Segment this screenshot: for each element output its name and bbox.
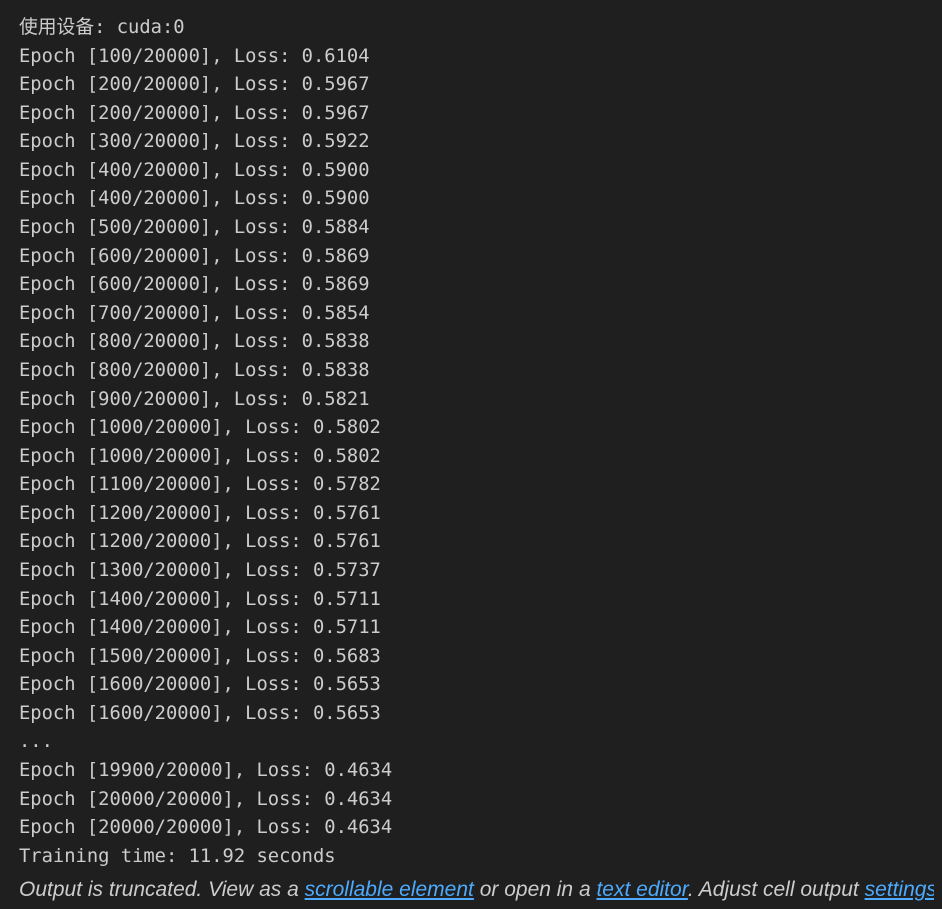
output-line: Epoch [800/20000], Loss: 0.5838 (19, 331, 370, 353)
truncation-notice: Output is truncated. View as a scrollabl… (19, 875, 934, 905)
output-line: Epoch [100/20000], Loss: 0.6104 (19, 45, 370, 67)
output-line: Epoch [20000/20000], Loss: 0.4634 (19, 817, 393, 839)
output-line: Epoch [1600/20000], Loss: 0.5653 (19, 702, 381, 724)
truncation-prefix-text: Output is truncated. View as a (19, 878, 305, 901)
output-line: Epoch [1200/20000], Loss: 0.5761 (19, 502, 381, 524)
output-line: Epoch [19900/20000], Loss: 0.4634 (19, 760, 393, 782)
output-line: Epoch [400/20000], Loss: 0.5900 (19, 188, 370, 210)
output-line: Epoch [200/20000], Loss: 0.5967 (19, 74, 370, 96)
output-line: Epoch [1000/20000], Loss: 0.5802 (19, 417, 381, 439)
output-line: Epoch [1400/20000], Loss: 0.5711 (19, 588, 381, 610)
output-line: Epoch [1200/20000], Loss: 0.5761 (19, 531, 381, 553)
scrollable-element-link[interactable]: scrollable element (305, 878, 474, 901)
text-editor-link[interactable]: text editor (596, 878, 687, 901)
output-line: Epoch [800/20000], Loss: 0.5838 (19, 359, 370, 381)
output-line: 使用设备: cuda:0 (19, 17, 185, 38)
output-line: Epoch [20000/20000], Loss: 0.4634 (19, 788, 393, 810)
output-line: Epoch [400/20000], Loss: 0.5900 (19, 159, 370, 181)
cell-output: 使用设备: cuda:0 Epoch [100/20000], Loss: 0.6… (19, 14, 934, 871)
output-line: Epoch [300/20000], Loss: 0.5922 (19, 131, 370, 153)
output-line: Epoch [500/20000], Loss: 0.5884 (19, 217, 370, 239)
output-line: Epoch [700/20000], Loss: 0.5854 (19, 302, 370, 324)
output-line: Epoch [1600/20000], Loss: 0.5653 (19, 674, 381, 696)
output-line: Epoch [1300/20000], Loss: 0.5737 (19, 559, 381, 581)
output-line: Epoch [1100/20000], Loss: 0.5782 (19, 474, 381, 496)
output-line: Epoch [200/20000], Loss: 0.5967 (19, 102, 370, 124)
truncation-suffix-text: . Adjust cell output (687, 878, 865, 901)
output-line: Training time: 11.92 seconds (19, 845, 336, 867)
settings-link[interactable]: settings (865, 878, 934, 901)
truncation-middle-text: or open in a (473, 878, 597, 901)
output-line: Epoch [1400/20000], Loss: 0.5711 (19, 617, 381, 639)
output-line: Epoch [600/20000], Loss: 0.5869 (19, 245, 370, 267)
output-line: Epoch [1000/20000], Loss: 0.5802 (19, 445, 381, 467)
output-line: Epoch [600/20000], Loss: 0.5869 (19, 274, 370, 296)
output-line: Epoch [1500/20000], Loss: 0.5683 (19, 645, 381, 667)
output-line: Epoch [900/20000], Loss: 0.5821 (19, 388, 370, 410)
output-line: ... (19, 731, 53, 753)
